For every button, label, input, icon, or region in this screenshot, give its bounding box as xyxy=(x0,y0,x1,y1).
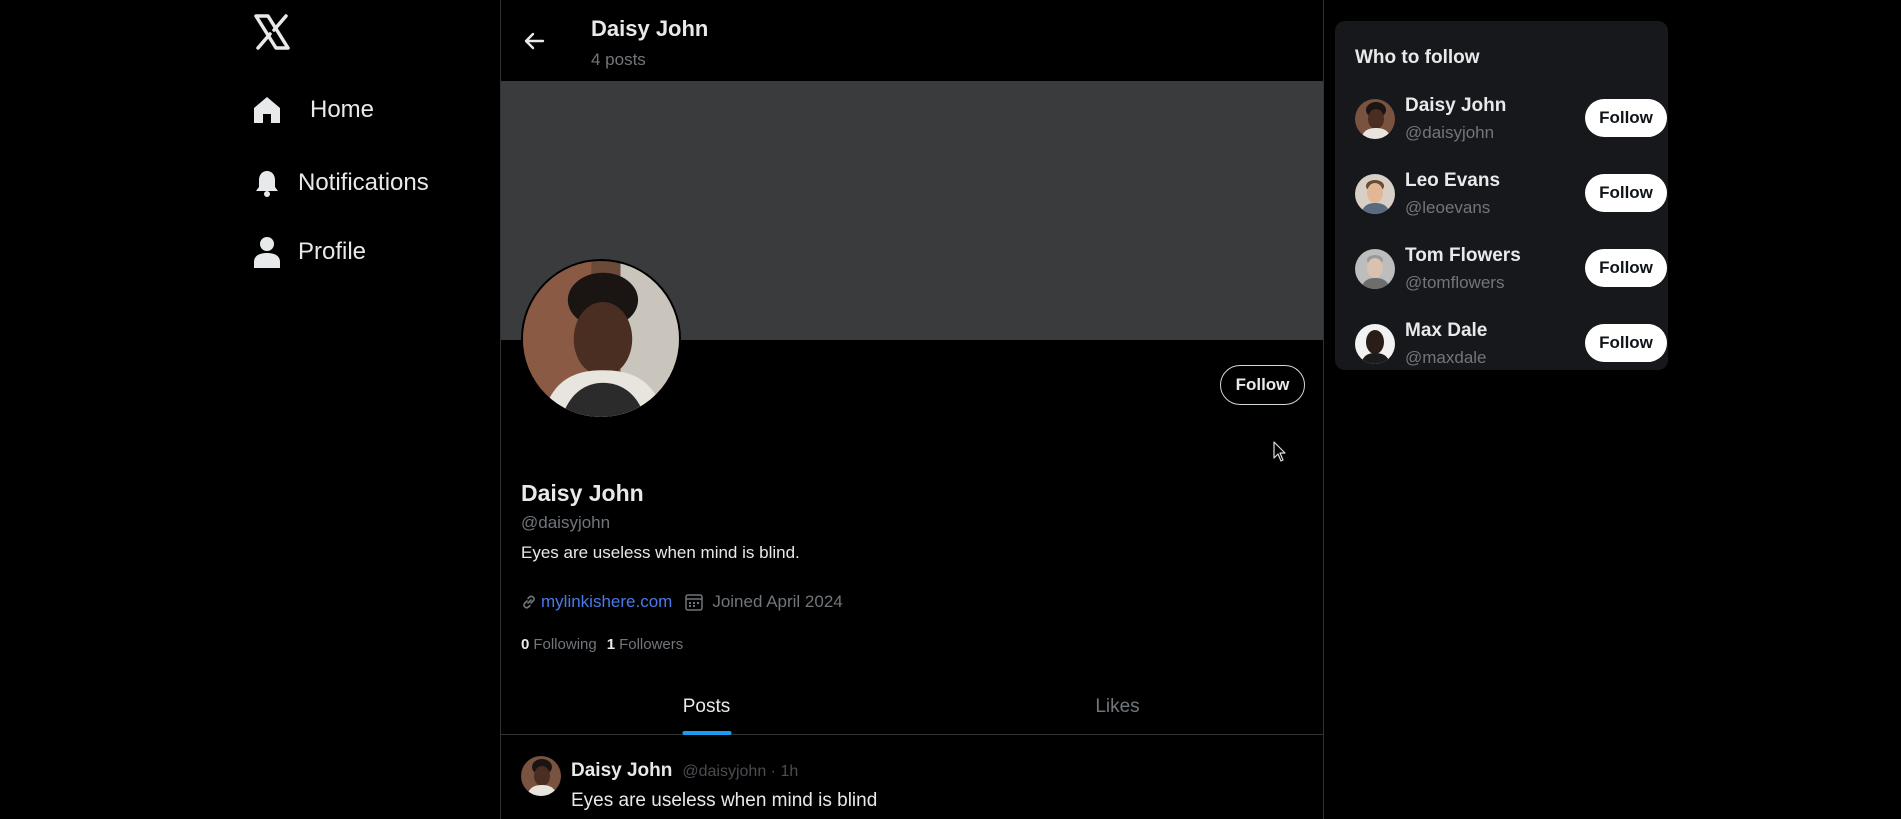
suggested-user[interactable]: Leo Evans @leoevans Follow xyxy=(1355,166,1667,226)
link-icon xyxy=(521,594,537,610)
follow-button[interactable]: Follow xyxy=(1585,174,1667,212)
nav-item-profile[interactable]: Profile xyxy=(252,235,366,269)
suggested-user-handle: @daisyjohn xyxy=(1405,123,1495,142)
tab-posts-label: Posts xyxy=(682,696,731,717)
suggested-user-name: Tom Flowers xyxy=(1405,245,1521,266)
profile-follow-button[interactable]: Follow xyxy=(1220,365,1305,405)
following-count: 0 xyxy=(521,636,530,653)
avatar[interactable] xyxy=(1355,174,1395,214)
post-item[interactable]: Daisy John @daisyjohn · 1h Eyes are usel… xyxy=(501,736,1323,819)
post-text: Eyes are useless when mind is blind xyxy=(571,790,878,811)
profile-avatar xyxy=(521,259,681,419)
followers-stat[interactable]: 1 Followers xyxy=(607,636,684,653)
header-post-count: 4 posts xyxy=(591,50,646,69)
profile-meta-row: mylinkishere.com Joined April 2024 xyxy=(521,592,843,612)
nav-label-notifications: Notifications xyxy=(298,169,429,196)
post-meta: @daisyjohn · 1h xyxy=(682,763,799,780)
suggested-user-handle: @maxdale xyxy=(1405,348,1487,367)
followers-count: 1 xyxy=(606,636,616,653)
follow-button[interactable]: Follow xyxy=(1585,249,1667,287)
active-tab-indicator xyxy=(682,731,731,735)
tab-likes-label: Likes xyxy=(1095,696,1140,717)
who-to-follow-card: Who to follow Daisy John @daisyjohn Foll… xyxy=(1335,21,1668,370)
nav-label-home: Home xyxy=(310,96,375,123)
profile-stats: 0 Following 1 Followers xyxy=(521,636,683,653)
avatar[interactable] xyxy=(1355,99,1395,139)
follow-button[interactable]: Follow xyxy=(1585,324,1667,362)
following-stat[interactable]: 0 Following xyxy=(521,636,597,653)
suggested-user-handle: @leoevans xyxy=(1405,198,1491,217)
following-label: Following xyxy=(533,636,597,653)
avatar[interactable] xyxy=(1355,249,1395,289)
profile-handle: @daisyjohn xyxy=(521,513,611,532)
calendar-icon xyxy=(684,592,704,612)
avatar[interactable] xyxy=(1355,324,1395,364)
profile-name: Daisy John xyxy=(521,480,644,506)
back-arrow-icon[interactable] xyxy=(519,26,549,56)
left-sidebar: Home Notifications Profile xyxy=(0,0,500,819)
suggested-user-name: Daisy John xyxy=(1405,95,1507,116)
followers-label: Followers xyxy=(619,636,684,653)
home-icon xyxy=(252,93,282,127)
suggested-user[interactable]: Daisy John @daisyjohn Follow xyxy=(1355,91,1667,151)
suggested-user[interactable]: Max Dale @maxdale Follow xyxy=(1355,316,1667,376)
suggested-user-name: Max Dale xyxy=(1405,320,1488,341)
nav-item-notifications[interactable]: Notifications xyxy=(252,166,429,200)
header-title: Daisy John xyxy=(591,16,709,41)
profile-website-link[interactable]: mylinkishere.com xyxy=(541,592,672,612)
post-header: Daisy John @daisyjohn · 1h xyxy=(571,760,798,782)
nav-item-home[interactable]: Home xyxy=(252,93,374,127)
post-avatar[interactable] xyxy=(521,756,561,796)
person-icon xyxy=(252,235,282,269)
suggested-user-name: Leo Evans xyxy=(1405,170,1501,191)
profile-main-column: Daisy John 4 posts Follow Daisy John @da… xyxy=(500,0,1324,819)
nav-label-profile: Profile xyxy=(298,238,367,265)
joined-date: Joined April 2024 xyxy=(712,592,843,611)
x-logo-icon[interactable] xyxy=(252,12,292,52)
who-to-follow-title: Who to follow xyxy=(1355,47,1480,68)
profile-header: Daisy John 4 posts xyxy=(501,0,1323,81)
profile-tabs: Posts Likes xyxy=(501,680,1323,735)
tab-likes[interactable]: Likes xyxy=(912,680,1323,734)
mouse-cursor-icon xyxy=(1273,441,1287,463)
tab-posts[interactable]: Posts xyxy=(501,680,912,735)
bell-icon xyxy=(252,166,282,200)
suggested-user[interactable]: Tom Flowers @tomflowers Follow xyxy=(1355,241,1667,301)
suggested-user-handle: @tomflowers xyxy=(1405,273,1505,292)
follow-button[interactable]: Follow xyxy=(1585,99,1667,137)
post-author-name[interactable]: Daisy John xyxy=(571,760,672,782)
profile-bio: Eyes are useless when mind is blind. xyxy=(521,543,800,562)
